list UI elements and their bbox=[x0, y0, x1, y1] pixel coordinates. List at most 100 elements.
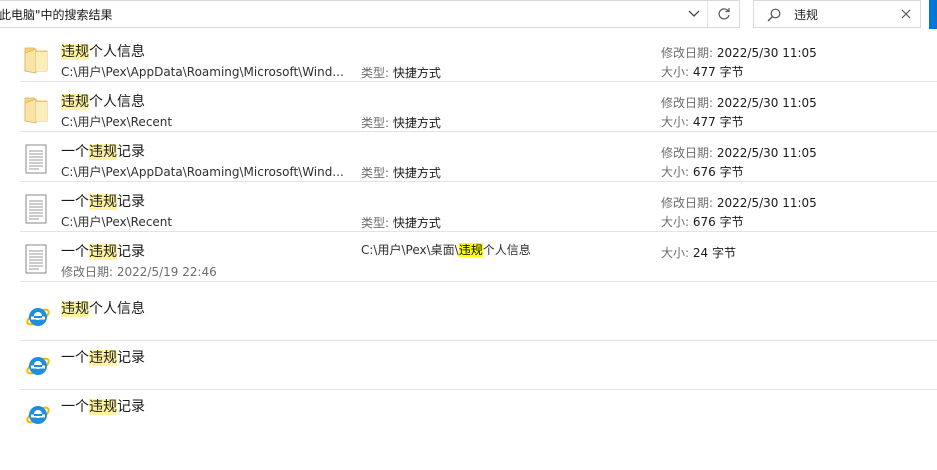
text-segment: 一个 bbox=[61, 194, 89, 210]
search-hit: 违规 bbox=[89, 350, 117, 366]
text-segment: 个人信息 bbox=[482, 243, 531, 257]
text-segment: 个人信息 bbox=[89, 94, 145, 110]
search-hit: 违规 bbox=[89, 244, 117, 260]
list-item[interactable]: 违规个人信息 bbox=[20, 292, 937, 341]
text-segment: 大小: bbox=[661, 115, 690, 129]
search-hit: 违规 bbox=[61, 94, 89, 110]
list-item[interactable]: 一个违规记录 C:\用户\Pex\Recent 类型: 快捷方式 修改日期: 2… bbox=[20, 182, 937, 232]
text-segment: 修改日期: bbox=[661, 46, 714, 60]
item-type: 类型: 快捷方式 bbox=[361, 64, 441, 81]
text-segment: 修改日期: bbox=[661, 146, 714, 160]
item-name: 一个违规记录 bbox=[61, 141, 145, 161]
text-segment: 大小: bbox=[661, 165, 690, 179]
item-name: 违规个人信息 bbox=[61, 41, 145, 61]
address-bar[interactable]: 此电脑"中的搜索结果 bbox=[0, 0, 740, 28]
text-segment: 修改日期: bbox=[661, 196, 714, 210]
item-modified: 修改日期: 2022/5/30 11:05 bbox=[661, 144, 817, 161]
item-type: 类型: 快捷方式 bbox=[361, 164, 441, 181]
item-path: C:\用户\Pex\Recent bbox=[61, 215, 173, 229]
text-segment: 大小: bbox=[661, 246, 690, 260]
item-size: 大小: 676 字节 bbox=[661, 163, 744, 180]
search-hit: 违规 bbox=[89, 194, 117, 210]
item-size: 大小: 24 字节 bbox=[661, 244, 736, 261]
text-segment: 记录 bbox=[117, 194, 145, 210]
search-icon bbox=[766, 7, 782, 23]
text-segment: 类型: bbox=[361, 166, 390, 180]
item-path: C:\用户\Pex\AppData\Roaming\Microsoft\Wind… bbox=[61, 65, 344, 79]
text-segment: 个人信息 bbox=[89, 301, 145, 317]
item-size: 大小: 477 字节 bbox=[661, 113, 744, 130]
text-segment: 2022/5/30 11:05 bbox=[716, 46, 817, 60]
search-go-button[interactable] bbox=[929, 0, 937, 29]
item-type: 类型: 快捷方式 bbox=[361, 114, 441, 131]
address-bar-text: 此电脑"中的搜索结果 bbox=[0, 8, 113, 22]
text-segment: 记录 bbox=[117, 399, 145, 415]
document-icon bbox=[23, 143, 49, 175]
text-segment: 个人信息 bbox=[89, 44, 145, 60]
folder-icon bbox=[23, 43, 49, 75]
list-item[interactable]: 违规个人信息 C:\用户\Pex\AppData\Roaming\Microso… bbox=[20, 32, 937, 82]
text-segment: 记录 bbox=[117, 244, 145, 260]
text-segment: 24 字节 bbox=[692, 246, 736, 260]
item-modified: 修改日期: 2022/5/30 11:05 bbox=[661, 44, 817, 61]
internet-explorer-icon bbox=[24, 400, 52, 428]
close-icon[interactable] bbox=[898, 6, 914, 22]
text-segment: 快捷方式 bbox=[392, 116, 441, 130]
text-segment: 类型: bbox=[361, 216, 390, 230]
item-name: 一个违规记录 bbox=[61, 241, 145, 261]
text-segment: 记录 bbox=[117, 350, 145, 366]
text-segment: 676 字节 bbox=[692, 165, 744, 179]
search-hit: 违规 bbox=[89, 399, 117, 415]
text-segment: 修改日期: bbox=[661, 96, 714, 110]
text-segment: 类型: bbox=[361, 116, 390, 130]
item-modified: 修改日期: 2022/5/30 11:05 bbox=[661, 94, 817, 111]
text-segment: 676 字节 bbox=[692, 215, 744, 229]
search-input[interactable]: 违规 bbox=[794, 6, 818, 23]
search-hit: 违规 bbox=[61, 44, 89, 60]
internet-explorer-icon bbox=[24, 302, 52, 330]
toolbar: 此电脑"中的搜索结果 违规 bbox=[0, 0, 937, 29]
list-item[interactable]: 一个违规记录 C:\用户\Pex\AppData\Roaming\Microso… bbox=[20, 132, 937, 182]
document-icon bbox=[23, 243, 49, 275]
text-segment: 快捷方式 bbox=[392, 216, 441, 230]
item-name: 违规个人信息 bbox=[61, 91, 145, 111]
item-path: C:\用户\Pex\Recent bbox=[61, 115, 173, 129]
text-segment: 类型: bbox=[361, 66, 390, 80]
item-size: 大小: 676 字节 bbox=[661, 213, 744, 230]
item-name: 一个违规记录 bbox=[61, 347, 145, 367]
text-segment: 2022/5/30 11:05 bbox=[716, 196, 817, 210]
list-item[interactable]: 一个违规记录 bbox=[20, 390, 937, 439]
text-segment: 大小: bbox=[661, 65, 690, 79]
internet-explorer-icon bbox=[24, 351, 52, 379]
text-segment: 记录 bbox=[117, 144, 145, 160]
item-name: 一个违规记录 bbox=[61, 396, 145, 416]
item-name: 违规个人信息 bbox=[61, 298, 145, 318]
item-path: C:\用户\Pex\AppData\Roaming\Microsoft\Wind… bbox=[61, 165, 344, 179]
text-segment: 一个 bbox=[61, 350, 89, 366]
list-item[interactable]: 一个违规记录 bbox=[20, 341, 937, 390]
text-segment: C:\用户\Pex\桌面\ bbox=[361, 243, 459, 257]
text-segment: 一个 bbox=[61, 144, 89, 160]
text-segment: 快捷方式 bbox=[392, 166, 441, 180]
list-item[interactable]: 一个违规记录 修改日期: 2022/5/19 22:46 C:\用户\Pex\桌… bbox=[20, 232, 937, 282]
refresh-icon[interactable] bbox=[708, 1, 739, 27]
item-location: C:\用户\Pex\桌面\违规个人信息 bbox=[361, 241, 531, 258]
chevron-down-icon[interactable] bbox=[681, 1, 707, 27]
document-icon bbox=[23, 193, 49, 225]
item-name: 一个违规记录 bbox=[61, 191, 145, 211]
search-hit: 违规 bbox=[89, 144, 117, 160]
search-hit: 违规 bbox=[61, 301, 89, 317]
item-modified: 修改日期: 2022/5/30 11:05 bbox=[661, 194, 817, 211]
text-segment: 快捷方式 bbox=[392, 66, 441, 80]
search-results-list: 违规个人信息 C:\用户\Pex\AppData\Roaming\Microso… bbox=[0, 29, 937, 470]
text-segment: 一个 bbox=[61, 244, 89, 260]
text-segment: 477 字节 bbox=[692, 65, 744, 79]
list-item[interactable]: 违规个人信息 C:\用户\Pex\Recent 类型: 快捷方式 修改日期: 2… bbox=[20, 82, 937, 132]
text-segment: 大小: bbox=[661, 215, 690, 229]
item-size: 大小: 477 字节 bbox=[661, 63, 744, 80]
text-segment: 477 字节 bbox=[692, 115, 744, 129]
text-segment: 2022/5/30 11:05 bbox=[716, 146, 817, 160]
search-box[interactable]: 违规 bbox=[753, 0, 921, 28]
folder-icon bbox=[23, 93, 49, 125]
text-segment: 2022/5/30 11:05 bbox=[716, 96, 817, 110]
